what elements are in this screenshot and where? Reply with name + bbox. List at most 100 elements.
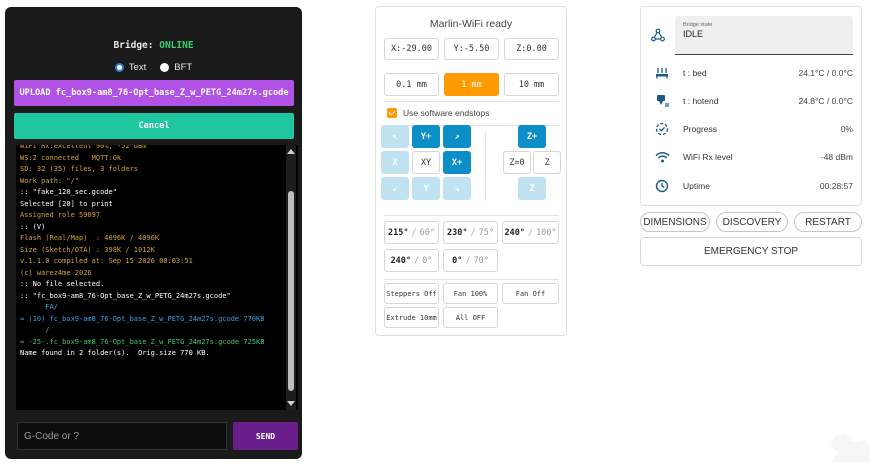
- temp-separator: /: [414, 255, 420, 266]
- radio-bft[interactable]: BFT: [160, 62, 192, 73]
- position-x: X:-29.00: [384, 38, 439, 60]
- terminal-log[interactable]: WiFi Rx:excellent 90%, -52 dBm WS:2 conne…: [16, 145, 298, 410]
- temp-current: 230°: [447, 227, 468, 238]
- temp-current: 0°: [452, 255, 463, 266]
- endstops-toggle[interactable]: Use software endstops: [387, 108, 489, 118]
- temp-preset-button[interactable]: 240°/0°: [384, 249, 439, 272]
- bridge-state-value: IDLE: [683, 29, 704, 39]
- log-line: WS:2 connected MQTT:Ok: [20, 153, 122, 162]
- upload-button[interactable]: UPLOAD fc_box9-am8_76-Opt_base_Z_w_PETG_…: [14, 80, 294, 106]
- position-readout: X:-29.00 Y:-5.50 Z:0.00: [384, 38, 559, 60]
- bed-icon: [641, 67, 683, 79]
- log-line: /: [20, 326, 50, 334]
- jog-right-up-button[interactable]: ↗: [443, 125, 471, 148]
- all-off-button[interactable]: All OFF: [443, 307, 498, 328]
- temp-target: 75°: [478, 227, 494, 238]
- temp-preset-button[interactable]: 240°/100°: [502, 221, 559, 244]
- jog-left-down-button[interactable]: ↙: [381, 177, 409, 200]
- steppers-off-button[interactable]: Steppers Off: [384, 283, 439, 304]
- cancel-button[interactable]: Cancel: [14, 113, 294, 139]
- bridge-state-field: Bridge state IDLE: [675, 16, 853, 55]
- temp-target: 100°: [536, 227, 557, 238]
- hotend-icon: [641, 94, 683, 108]
- extrude-button[interactable]: Extrude 10mm: [384, 307, 439, 328]
- radio-text-label: Text: [128, 62, 147, 73]
- step-size-group: 0.1 mm 1 mm 10 mm: [384, 73, 559, 96]
- temp-target: 0°: [422, 255, 433, 266]
- status-row-bed: t : bed 24.1°C / 0.0°C: [641, 59, 863, 87]
- temp-current: 240°: [504, 227, 525, 238]
- bridge-state-label: Bridge state: [683, 22, 713, 28]
- printer-status-title: Marlin-WiFi ready: [429, 18, 513, 30]
- jog-right-down-button[interactable]: ↘: [443, 177, 471, 200]
- log-line: FA/: [20, 303, 58, 311]
- status-value: -48 dBm: [820, 152, 853, 162]
- scroll-thumb[interactable]: [288, 191, 294, 391]
- jog-z-plus-button[interactable]: Z+: [518, 125, 546, 148]
- discovery-button[interactable]: DISCOVERY: [716, 212, 788, 232]
- radio-dot-icon[interactable]: [160, 63, 170, 72]
- status-value: 24.1°C / 0.0°C: [798, 68, 853, 78]
- log-line: :: No file selected.: [20, 280, 105, 288]
- scroll-up-icon[interactable]: [287, 149, 295, 154]
- position-z: Z:0.00: [504, 38, 559, 60]
- log-line: WiFi Rx:excellent 90%, -52 dBm: [20, 145, 147, 150]
- radio-text[interactable]: Text: [114, 62, 147, 73]
- send-button[interactable]: SEND: [233, 422, 298, 450]
- jog-left-up-button[interactable]: ↖: [381, 125, 409, 148]
- temp-separator: /: [527, 227, 534, 238]
- temp-preset-button[interactable]: 230°/75°: [443, 221, 498, 244]
- jog-x-minus-button[interactable]: X: [381, 151, 409, 174]
- jog-z-zero-button[interactable]: Z=0: [503, 151, 531, 174]
- jog-x-plus-button[interactable]: X+: [443, 151, 471, 174]
- log-line: Work path: "/": [20, 176, 80, 185]
- divider: [485, 131, 486, 201]
- log-line: Flash (Real/Map) : 4096K / 4096K: [20, 234, 160, 242]
- wifi-icon: [641, 151, 683, 163]
- fan-100-button[interactable]: Fan 100%: [443, 283, 498, 304]
- scroll-down-icon[interactable]: [287, 401, 295, 406]
- log-line: Size (Sketch/OTA) : 398K / 1012K: [20, 245, 155, 254]
- terminal-panel: Bridge: ONLINE Text BFT UPLOAD fc_box9-a…: [5, 7, 302, 459]
- log-line: v.1.1.0 compiled at: Sep 15 2026 08:03:5…: [20, 257, 193, 265]
- fan-off-button[interactable]: Fan Off: [502, 283, 559, 304]
- status-name: t : bed: [683, 68, 707, 78]
- progress-icon: [641, 122, 683, 136]
- step-10mm-button[interactable]: 10 mm: [504, 73, 559, 96]
- temp-preset-button[interactable]: 0°/70°: [443, 249, 498, 272]
- radio-bft-label: BFT: [174, 62, 193, 73]
- status-name: Uptime: [683, 181, 710, 191]
- log-line: ≈ -25-.fc_box9-am8_76-Opt_base_Z_w_PETG_…: [20, 337, 265, 346]
- log-line: Name found in 2 folder(s). Orig.size 770…: [20, 349, 210, 357]
- dimensions-button[interactable]: DIMENSIONS: [640, 212, 710, 232]
- status-value: 0%: [840, 124, 853, 134]
- jog-z-minus-button[interactable]: Z: [518, 177, 546, 200]
- clock-icon: [641, 179, 683, 193]
- gcode-input[interactable]: [17, 422, 227, 450]
- jog-home-xy-button[interactable]: XY: [412, 151, 440, 174]
- control-panel: Marlin-WiFi ready X:-29.00 Y:-5.50 Z:0.0…: [375, 6, 567, 336]
- restart-button[interactable]: RESTART: [794, 212, 862, 232]
- log-line: :: "fake_120_sec.gcode": [20, 188, 117, 196]
- checkbox-checked-icon[interactable]: [387, 108, 397, 118]
- jog-y-minus-button[interactable]: Y: [412, 177, 440, 200]
- step-1mm-button[interactable]: 1 mm: [444, 73, 499, 96]
- temp-separator: /: [470, 227, 476, 238]
- log-line: :: (V): [20, 222, 46, 231]
- radio-dot-icon[interactable]: [114, 63, 124, 72]
- temp-preset-button[interactable]: 215°/60°: [384, 221, 439, 244]
- decorative-shape-icon: [830, 434, 870, 462]
- jog-home-z-button[interactable]: Z: [533, 151, 561, 174]
- log-line: SD: 32 (35) files, 3 folders: [20, 165, 139, 173]
- log-line: Selected [20] to print: [20, 199, 113, 208]
- bridge-online-badge: ONLINE: [159, 40, 194, 51]
- jog-y-plus-button[interactable]: Y+: [412, 125, 440, 148]
- endstops-label: Use software endstops: [403, 108, 490, 118]
- divider: [384, 101, 559, 102]
- status-value: 00:28:57: [819, 181, 853, 191]
- log-scrollbar[interactable]: [286, 145, 296, 410]
- emergency-stop-button[interactable]: EMERGENCY STOP: [640, 237, 862, 266]
- step-0-1mm-button[interactable]: 0.1 mm: [384, 73, 439, 96]
- status-row-uptime: Uptime 00:28:57: [641, 172, 863, 200]
- divider: [384, 215, 559, 216]
